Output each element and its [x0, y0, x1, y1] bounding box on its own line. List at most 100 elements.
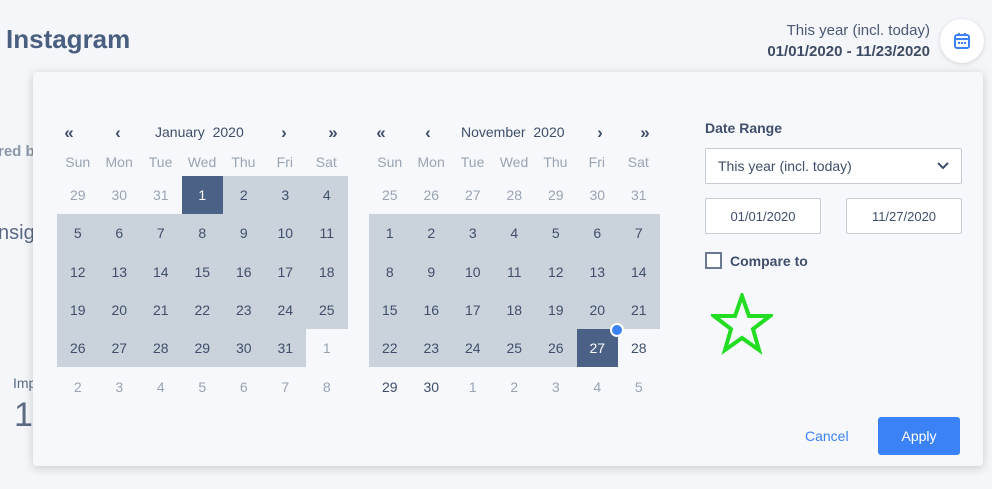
- calendar-day[interactable]: 27: [452, 176, 494, 214]
- calendar-day[interactable]: 23: [410, 329, 452, 368]
- calendar-day[interactable]: 14: [140, 252, 182, 291]
- double-chevron-right-icon[interactable]: »: [633, 122, 657, 144]
- calendar-day[interactable]: 14: [618, 252, 660, 291]
- calendar-day[interactable]: 5: [182, 367, 224, 405]
- calendar-day[interactable]: 26: [535, 329, 577, 368]
- calendar-day[interactable]: 30: [411, 367, 453, 405]
- calendar-day[interactable]: 29: [57, 176, 99, 214]
- calendar-day[interactable]: 10: [264, 214, 306, 253]
- calendar-day[interactable]: 1: [181, 176, 223, 215]
- calendar-day[interactable]: 2: [410, 214, 452, 253]
- calendar-day[interactable]: 17: [452, 290, 494, 330]
- calendar-day[interactable]: 3: [535, 367, 577, 405]
- calendar-day[interactable]: 18: [306, 252, 348, 291]
- apply-button[interactable]: Apply: [878, 417, 960, 455]
- calendar-day[interactable]: 1: [452, 367, 494, 405]
- calendar-day[interactable]: 4: [306, 176, 348, 215]
- calendar-day[interactable]: 11: [306, 214, 348, 253]
- weekday: Fri: [276, 154, 293, 170]
- calendar-day[interactable]: 1: [306, 329, 348, 367]
- calendar-day[interactable]: 8: [369, 252, 411, 291]
- calendar-day[interactable]: 27: [576, 323, 624, 368]
- calendar-day[interactable]: 30: [223, 329, 265, 368]
- calendar-day[interactable]: 3: [452, 214, 494, 253]
- calendar-button[interactable]: [940, 19, 984, 63]
- compare-to-checkbox[interactable]: [705, 252, 722, 269]
- calendar-day[interactable]: 3: [264, 176, 306, 215]
- calendar-day[interactable]: 31: [264, 329, 306, 368]
- calendar-day[interactable]: 7: [618, 214, 660, 253]
- calendar-day[interactable]: 22: [369, 329, 411, 368]
- calendar-day[interactable]: 25: [306, 290, 348, 330]
- calendar-day[interactable]: 7: [265, 367, 307, 405]
- calendar-day[interactable]: 18: [493, 290, 535, 330]
- calendar-day[interactable]: 13: [98, 252, 140, 291]
- double-chevron-left-icon[interactable]: «: [57, 122, 81, 144]
- double-chevron-right-icon[interactable]: »: [321, 122, 345, 144]
- calendar-day[interactable]: 29: [369, 367, 411, 405]
- calendar-day[interactable]: 10: [452, 252, 494, 291]
- chevron-right-icon[interactable]: ›: [588, 122, 612, 144]
- calendar-day[interactable]: 20: [98, 290, 140, 330]
- cancel-button[interactable]: Cancel: [805, 428, 849, 444]
- calendar-day[interactable]: 16: [410, 290, 452, 330]
- calendar-day[interactable]: 21: [140, 290, 182, 330]
- calendar-day[interactable]: 19: [57, 290, 99, 330]
- calendar-day[interactable]: 29: [181, 329, 223, 368]
- calendar-day[interactable]: 2: [57, 367, 99, 405]
- calendar-day[interactable]: 6: [576, 214, 618, 253]
- calendar-day[interactable]: 28: [618, 329, 660, 367]
- calendar-day[interactable]: 24: [264, 290, 306, 330]
- calendar-day[interactable]: 27: [98, 329, 140, 368]
- calendar-day[interactable]: 5: [57, 214, 99, 253]
- calendar-day[interactable]: 12: [535, 252, 577, 291]
- calendar-day[interactable]: 26: [411, 176, 453, 214]
- calendar-day[interactable]: 2: [494, 367, 536, 405]
- calendar-day[interactable]: 21: [618, 290, 660, 330]
- calendar-day[interactable]: 4: [493, 214, 535, 253]
- calendar-day[interactable]: 11: [493, 252, 535, 291]
- calendar-day[interactable]: 22: [181, 290, 223, 330]
- calendar-day[interactable]: 13: [576, 252, 618, 291]
- calendar-day[interactable]: 23: [223, 290, 265, 330]
- calendar-day[interactable]: 1: [369, 214, 411, 253]
- calendar-day[interactable]: 17: [264, 252, 306, 291]
- calendar-day[interactable]: 15: [181, 252, 223, 291]
- calendar-day[interactable]: 4: [577, 367, 619, 405]
- calendar-day[interactable]: 25: [493, 329, 535, 368]
- calendar-day[interactable]: 7: [140, 214, 182, 253]
- calendar-day[interactable]: 8: [306, 367, 348, 405]
- calendar-day[interactable]: 12: [57, 252, 99, 291]
- chevron-right-icon[interactable]: ›: [272, 122, 296, 144]
- calendar-day[interactable]: 28: [140, 329, 182, 368]
- calendar-day[interactable]: 4: [140, 367, 182, 405]
- calendar-day[interactable]: 24: [452, 329, 494, 368]
- calendar-day[interactable]: 9: [223, 214, 265, 253]
- calendar-day[interactable]: 26: [57, 329, 99, 368]
- calendar-day[interactable]: 28: [494, 176, 536, 214]
- compare-to-row[interactable]: Compare to: [705, 252, 962, 269]
- calendar-day[interactable]: 9: [410, 252, 452, 291]
- calendar-day[interactable]: 5: [618, 367, 660, 405]
- calendar-day[interactable]: 2: [223, 176, 265, 215]
- calendar-day[interactable]: 15: [369, 290, 411, 330]
- calendar-day[interactable]: 6: [223, 367, 265, 405]
- start-date-input[interactable]: [705, 198, 821, 234]
- calendar-day[interactable]: 30: [577, 176, 619, 214]
- calendar-day[interactable]: 5: [535, 214, 577, 253]
- calendar-day[interactable]: 3: [99, 367, 141, 405]
- calendar-day[interactable]: 8: [181, 214, 223, 253]
- date-range-select[interactable]: This year (incl. today): [705, 148, 962, 184]
- calendar-day[interactable]: 16: [223, 252, 265, 291]
- calendar-day[interactable]: 25: [369, 176, 411, 214]
- calendar-day[interactable]: 29: [535, 176, 577, 214]
- calendar-day[interactable]: 30: [99, 176, 141, 214]
- chevron-left-icon[interactable]: ‹: [106, 122, 130, 144]
- calendar-day[interactable]: 31: [618, 176, 660, 214]
- calendar-day[interactable]: 19: [535, 290, 577, 330]
- double-chevron-left-icon[interactable]: «: [369, 122, 393, 144]
- chevron-left-icon[interactable]: ‹: [416, 122, 440, 144]
- calendar-day[interactable]: 6: [98, 214, 140, 253]
- end-date-input[interactable]: [846, 198, 962, 234]
- calendar-day[interactable]: 31: [140, 176, 182, 214]
